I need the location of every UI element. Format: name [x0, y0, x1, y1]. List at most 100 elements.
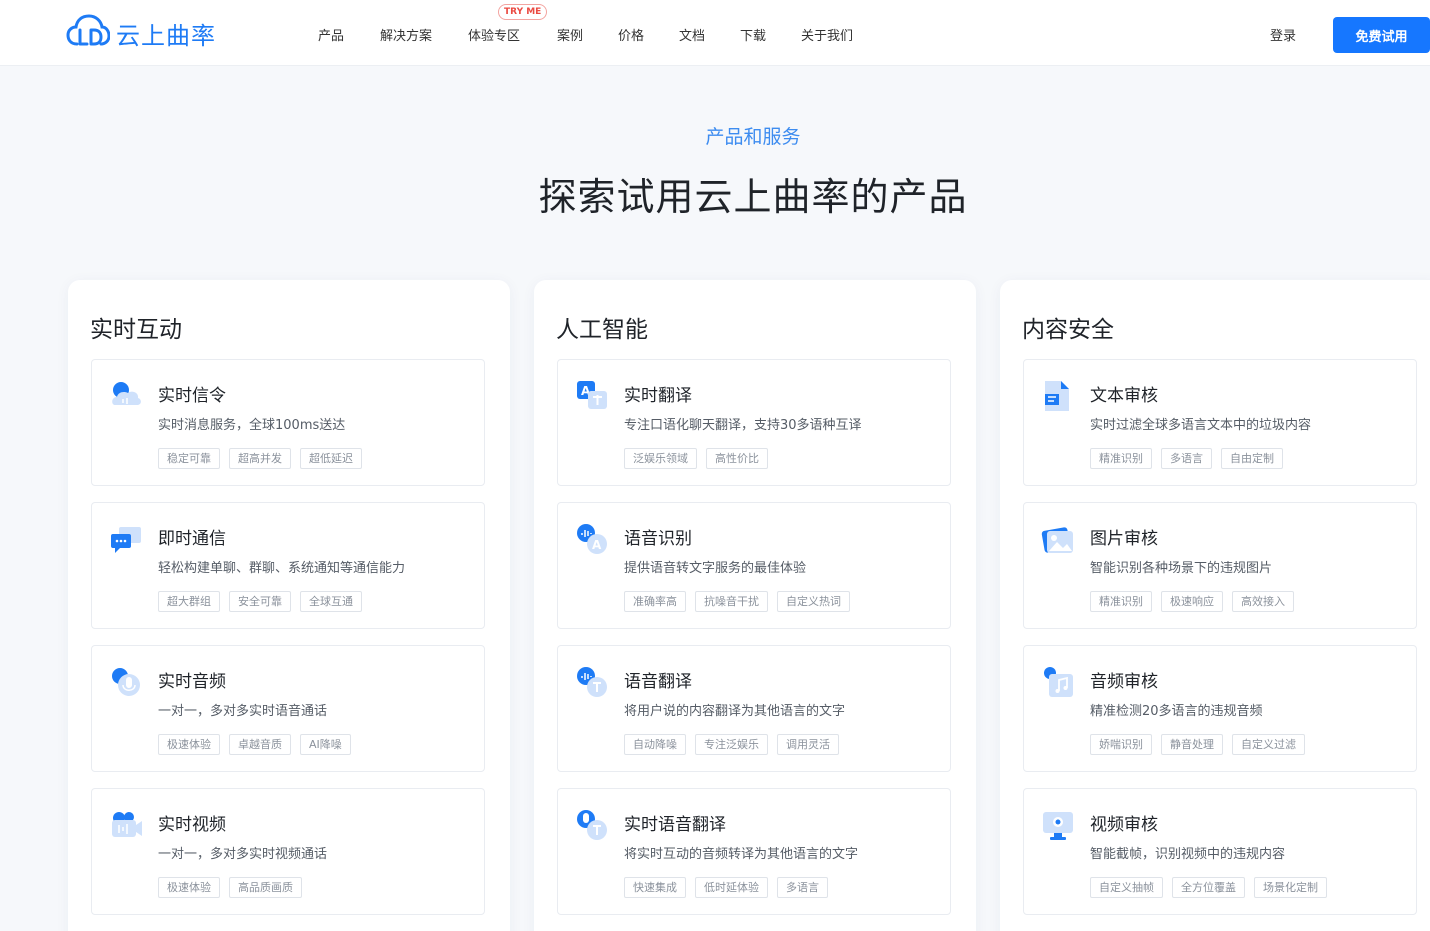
card-description: 实时消息服务，全球100ms送达 — [158, 418, 346, 433]
product-card-im[interactable]: 即时通信 轻松构建单聊、群聊、系统通知等通信能力 超大群组 安全可靠 全球互通 — [91, 502, 485, 629]
card-title: 实时音频 — [158, 672, 226, 692]
page-title: 探索试用云上曲率的产品 — [538, 175, 968, 219]
product-card-image-moderation[interactable]: 图片审核 智能识别各种场景下的违规图片 精准识别 极速响应 高效接入 — [1023, 502, 1417, 629]
feature-tag: 精准识别 — [1090, 591, 1152, 612]
feature-tag: 自定义热词 — [777, 591, 850, 612]
feature-tag: 专注泛娱乐 — [695, 734, 768, 755]
nav-products[interactable]: 产品 — [318, 25, 344, 44]
feature-tag: 调用灵活 — [777, 734, 839, 755]
product-card-translation[interactable]: A 实时翻译 专注口语化聊天翻译，支持30多语种互译 泛娱乐领域 高性价比 — [557, 359, 951, 486]
feature-tag: 低时延体验 — [695, 877, 768, 898]
column-realtime-interaction: 实时互动 实时信令 实时消息服务，全球100ms送达 稳定可靠 超高并发 超低延… — [68, 280, 510, 931]
brand-logo[interactable]: 云上曲率 — [66, 14, 216, 51]
feature-tag: 泛娱乐领域 — [624, 448, 697, 469]
login-link[interactable]: 登录 — [1270, 25, 1296, 44]
product-card-video[interactable]: 实时视频 一对一，多对多实时视频通话 极速体验 高品质画质 — [91, 788, 485, 915]
feature-tag: 超高并发 — [229, 448, 291, 469]
monitor-icon — [1041, 808, 1075, 842]
tag-list: 精准识别 多语言 自由定制 — [1090, 448, 1292, 469]
feature-tag: 多语言 — [777, 877, 828, 898]
product-card-text-moderation[interactable]: 文本审核 实时过滤全球多语言文本中的垃圾内容 精准识别 多语言 自由定制 — [1023, 359, 1417, 486]
tag-list: 超大群组 安全可靠 全球互通 — [158, 591, 371, 612]
feature-tag: 安全可靠 — [229, 591, 291, 612]
feature-tag: 抗噪音干扰 — [695, 591, 768, 612]
card-description: 一对一，多对多实时视频通话 — [158, 847, 328, 862]
tag-list: 精准识别 极速响应 高效接入 — [1090, 591, 1303, 612]
card-title: 实时翻译 — [624, 386, 692, 406]
feature-tag: 极速体验 — [158, 877, 220, 898]
tag-list: 自定义抽帧 全方位覆盖 场景化定制 — [1090, 877, 1336, 898]
card-description: 专注口语化聊天翻译，支持30多语种互译 — [624, 418, 862, 433]
product-card-realtime-speech-translation[interactable]: 实时语音翻译 将实时互动的音频转译为其他语言的文字 快速集成 低时延体验 多语言 — [557, 788, 951, 915]
card-description: 提供语音转文字服务的最佳体验 — [624, 561, 807, 576]
tag-list: 准确率高 抗噪音干扰 自定义热词 — [624, 591, 859, 612]
tag-list: 自动降噪 专注泛娱乐 调用灵活 — [624, 734, 848, 755]
card-title: 文本审核 — [1090, 386, 1158, 406]
feature-tag: 超大群组 — [158, 591, 220, 612]
cloud-signal-icon — [109, 379, 143, 413]
feature-tag: 极速体验 — [158, 734, 220, 755]
card-description: 轻松构建单聊、群聊、系统通知等通信能力 — [158, 561, 406, 576]
nav-about-us[interactable]: 关于我们 — [801, 25, 853, 44]
microphone-icon — [109, 665, 143, 699]
column-title: 实时互动 — [90, 317, 182, 343]
product-card-rtm[interactable]: 实时信令 实时消息服务，全球100ms送达 稳定可靠 超高并发 超低延迟 — [91, 359, 485, 486]
tag-list: 泛娱乐领域 高性价比 — [624, 448, 777, 469]
feature-tag: 准确率高 — [624, 591, 686, 612]
card-title: 视频审核 — [1090, 815, 1158, 835]
card-title: 实时信令 — [158, 386, 226, 406]
feature-tag: 全球互通 — [300, 591, 362, 612]
tag-list: 稳定可靠 超高并发 超低延迟 — [158, 448, 371, 469]
feature-tag: AI降噪 — [300, 734, 351, 755]
feature-tag: 极速响应 — [1161, 591, 1223, 612]
card-title: 图片审核 — [1090, 529, 1158, 549]
feature-tag: 多语言 — [1161, 448, 1212, 469]
tag-list: 极速体验 高品质画质 — [158, 877, 311, 898]
card-title: 语音识别 — [624, 529, 692, 549]
nav-solutions[interactable]: 解决方案 — [380, 25, 432, 44]
column-content-security: 内容安全 文本审核 实时过滤全球多语言文本中的垃圾内容 精准识别 多语言 自由定… — [1000, 280, 1430, 931]
top-header: 云上曲率 产品 解决方案 体验专区 TRY ME 案例 价格 文档 下载 关于我… — [0, 0, 1430, 66]
chat-bubble-icon — [109, 522, 143, 556]
column-title: 内容安全 — [1022, 317, 1114, 343]
product-card-audio-moderation[interactable]: 音频审核 精准检测20多语言的违规音频 娇喘识别 静音处理 自定义过滤 — [1023, 645, 1417, 772]
realtime-voice-translate-icon — [575, 808, 609, 842]
tag-list: 快速集成 低时延体验 多语言 — [624, 877, 837, 898]
music-note-icon — [1041, 665, 1075, 699]
column-artificial-intelligence: 人工智能 A 实时翻译 专注口语化聊天翻译，支持30多语种互译 泛娱乐领域 高性… — [534, 280, 976, 931]
card-description: 实时过滤全球多语言文本中的垃圾内容 — [1090, 418, 1312, 433]
feature-tag: 自由定制 — [1221, 448, 1283, 469]
image-icon — [1041, 522, 1075, 556]
card-description: 智能识别各种场景下的违规图片 — [1090, 561, 1273, 576]
nav-download[interactable]: 下载 — [740, 25, 766, 44]
card-description: 精准检测20多语言的违规音频 — [1090, 704, 1263, 719]
product-card-audio[interactable]: 实时音频 一对一，多对多实时语音通话 极速体验 卓越音质 AI降噪 — [91, 645, 485, 772]
translate-icon: A — [575, 379, 609, 413]
svg-text:A: A — [592, 538, 602, 552]
card-title: 实时语音翻译 — [624, 815, 726, 835]
speech-recognition-icon: A — [575, 522, 609, 556]
feature-tag: 自动降噪 — [624, 734, 686, 755]
nav-cases[interactable]: 案例 — [557, 25, 583, 44]
feature-tag: 稳定可靠 — [158, 448, 220, 469]
product-card-video-moderation[interactable]: 视频审核 智能截帧，识别视频中的违规内容 自定义抽帧 全方位覆盖 场景化定制 — [1023, 788, 1417, 915]
nav-pricing[interactable]: 价格 — [618, 25, 644, 44]
tag-list: 娇喘识别 静音处理 自定义过滤 — [1090, 734, 1314, 755]
product-card-speech-translation[interactable]: 语音翻译 将用户说的内容翻译为其他语言的文字 自动降噪 专注泛娱乐 调用灵活 — [557, 645, 951, 772]
feature-tag: 自定义抽帧 — [1090, 877, 1163, 898]
card-description: 智能截帧，识别视频中的违规内容 — [1090, 847, 1286, 862]
nav-experience-zone[interactable]: 体验专区 — [468, 25, 520, 44]
card-title: 语音翻译 — [624, 672, 692, 692]
try-me-badge: TRY ME — [498, 4, 548, 20]
tag-list: 极速体验 卓越音质 AI降噪 — [158, 734, 360, 755]
nav-docs[interactable]: 文档 — [679, 25, 705, 44]
voice-translate-icon — [575, 665, 609, 699]
free-trial-button[interactable]: 免费试用 — [1333, 17, 1430, 53]
section-subtitle: 产品和服务 — [705, 126, 801, 148]
document-icon — [1041, 379, 1075, 413]
card-description: 一对一，多对多实时语音通话 — [158, 704, 328, 719]
feature-tag: 精准识别 — [1090, 448, 1152, 469]
feature-tag: 快速集成 — [624, 877, 686, 898]
product-card-asr[interactable]: A 语音识别 提供语音转文字服务的最佳体验 准确率高 抗噪音干扰 自定义热词 — [557, 502, 951, 629]
feature-tag: 高品质画质 — [229, 877, 302, 898]
